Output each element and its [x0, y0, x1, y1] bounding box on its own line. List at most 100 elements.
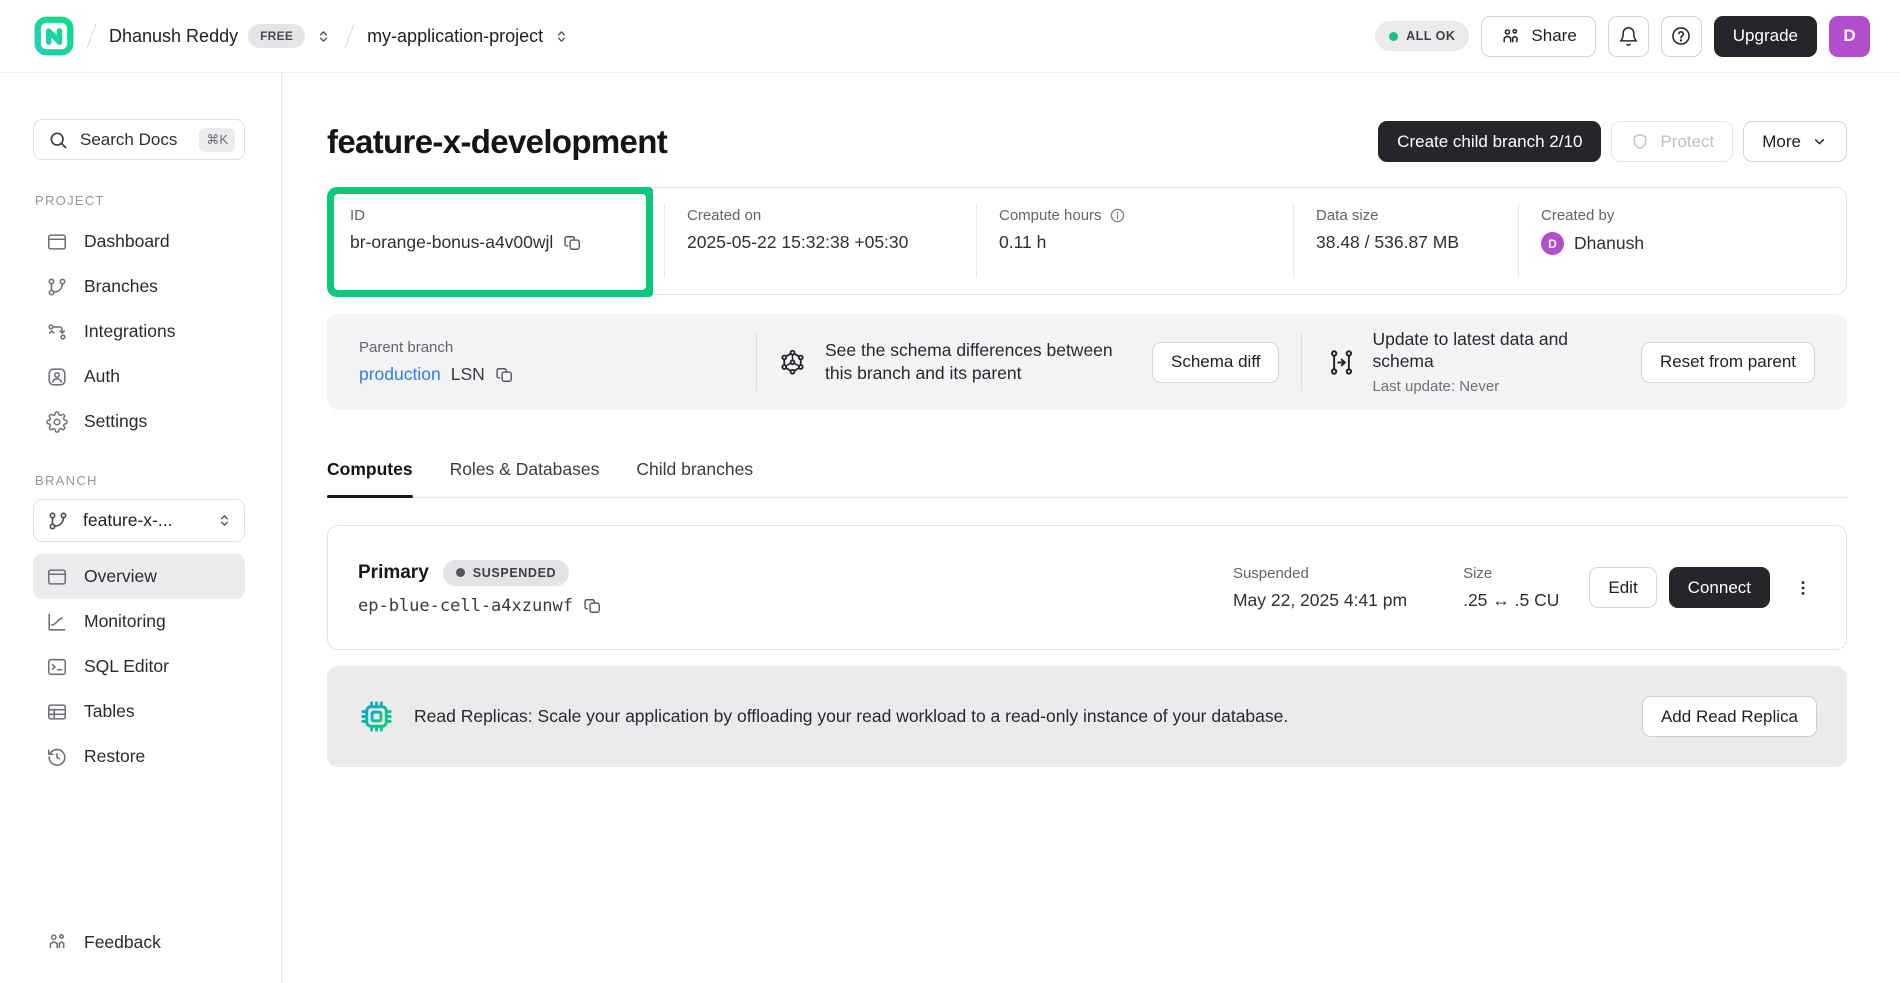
chevron-up-down-icon [216, 512, 233, 529]
id-field-highlight: ID br-orange-bonus-a4v00wjl [327, 187, 653, 297]
kebab-icon [1793, 578, 1813, 598]
status-badge[interactable]: ALL OK [1375, 21, 1469, 51]
sidebar-item-label: Integrations [84, 321, 175, 342]
compute-card: Primary SUSPENDED ep-blue-cell-a4xzunwf … [327, 525, 1847, 650]
sidebar-item-dashboard[interactable]: Dashboard [33, 219, 245, 264]
page-title: feature-x-development [327, 123, 667, 161]
reset-from-parent-button[interactable]: Reset from parent [1641, 342, 1815, 383]
table-icon [46, 701, 68, 723]
sidebar-item-integrations[interactable]: Integrations [33, 309, 245, 354]
created-on-value: 2025-05-22 15:32:38 +05:30 [687, 232, 908, 253]
restore-icon [46, 746, 68, 768]
sidebar-item-label: Branches [84, 276, 158, 297]
integrations-icon [46, 321, 68, 343]
tab-computes[interactable]: Computes [327, 459, 413, 497]
size-field: Size .25 ↔ .5 CU [1463, 565, 1559, 611]
sidebar-item-label: Settings [84, 411, 147, 432]
parent-branch-card: Parent branch production LSN See the sch… [327, 314, 1847, 410]
size-label: Size [1463, 565, 1559, 582]
compute-menu-button[interactable] [1790, 567, 1816, 608]
sidebar-item-branches[interactable]: Branches [33, 264, 245, 309]
sidebar-item-monitoring[interactable]: Monitoring [33, 599, 245, 644]
feedback-button[interactable]: Feedback [33, 931, 245, 953]
info-icon [1109, 207, 1126, 224]
sidebar-item-overview[interactable]: Overview [33, 554, 245, 599]
sidebar-item-label: SQL Editor [84, 656, 169, 677]
created-on-field: Created on 2025-05-22 15:32:38 +05:30 [664, 204, 976, 278]
share-button[interactable]: Share [1481, 16, 1595, 57]
upgrade-button[interactable]: Upgrade [1714, 16, 1817, 57]
sidebar-item-tables[interactable]: Tables [33, 689, 245, 734]
project-name: my-application-project [367, 26, 543, 47]
app-root: Dhanush Reddy FREE my-application-projec… [0, 0, 1900, 983]
search-docs-button[interactable]: Search Docs ⌘K [33, 119, 245, 160]
neon-logo-icon [34, 16, 74, 56]
sidebar-item-settings[interactable]: Settings [33, 399, 245, 444]
copy-icon[interactable] [495, 365, 515, 385]
create-child-branch-button[interactable]: Create child branch 2/10 [1378, 121, 1601, 162]
connect-button[interactable]: Connect [1669, 567, 1770, 608]
branch-icon [46, 276, 68, 298]
last-update-text: Last update: Never [1372, 377, 1607, 397]
sidebar-item-restore[interactable]: Restore [33, 734, 245, 779]
data-size-label: Data size [1316, 207, 1518, 224]
creator-avatar: D [1541, 232, 1564, 255]
update-text: Update to latest data and schema [1372, 328, 1607, 374]
size-value: .25 ↔ .5 CU [1463, 590, 1559, 611]
compute-hours-field: Compute hours 0.11 h [976, 204, 1293, 278]
breadcrumb-project[interactable]: my-application-project [367, 26, 570, 47]
tab-roles-databases[interactable]: Roles & Databases [450, 459, 600, 497]
breadcrumb: Dhanush Reddy FREE my-application-projec… [34, 16, 570, 56]
more-button[interactable]: More [1743, 121, 1847, 162]
account-name: Dhanush Reddy [109, 26, 238, 47]
copy-icon[interactable] [563, 233, 583, 253]
compute-status-label: SUSPENDED [473, 566, 556, 580]
parent-branch-link[interactable]: production [359, 364, 441, 385]
branch-icon [47, 510, 69, 532]
dashboard-icon [46, 231, 68, 253]
plan-badge: FREE [248, 24, 305, 48]
chip-icon [357, 697, 396, 736]
add-read-replica-button[interactable]: Add Read Replica [1642, 696, 1817, 737]
breadcrumb-account[interactable]: Dhanush Reddy FREE [109, 24, 332, 48]
chevron-down-icon [1811, 133, 1828, 150]
people-icon [46, 931, 68, 953]
compute-name: Primary [358, 562, 429, 584]
sidebar-item-auth[interactable]: Auth [33, 354, 245, 399]
edit-button[interactable]: Edit [1589, 567, 1656, 608]
sidebar-item-sql-editor[interactable]: SQL Editor [33, 644, 245, 689]
search-icon [48, 130, 68, 150]
neon-logo[interactable] [34, 16, 74, 56]
breadcrumb-divider [87, 24, 97, 49]
help-icon [1670, 25, 1692, 47]
auth-icon [46, 366, 68, 388]
parent-branch-label: Parent branch [359, 339, 756, 356]
endpoint-id: ep-blue-cell-a4xzunwf [358, 596, 573, 616]
read-replica-banner: Read Replicas: Scale your application by… [327, 666, 1847, 767]
feedback-label: Feedback [84, 932, 161, 953]
id-label: ID [350, 207, 630, 224]
user-avatar[interactable]: D [1829, 16, 1870, 57]
more-label: More [1762, 132, 1801, 152]
overview-icon [46, 566, 68, 588]
lsn-label: LSN [451, 364, 485, 385]
schema-diff-button[interactable]: Schema diff [1152, 342, 1279, 383]
help-button[interactable] [1661, 16, 1702, 57]
share-label: Share [1531, 26, 1576, 46]
tab-child-branches[interactable]: Child branches [636, 459, 753, 497]
sidebar-item-label: Restore [84, 746, 145, 767]
protect-button[interactable]: Protect [1611, 121, 1733, 162]
chevron-up-down-icon [315, 28, 332, 45]
notifications-button[interactable] [1608, 16, 1649, 57]
suspended-field: Suspended May 22, 2025 4:41 pm [1233, 565, 1407, 611]
copy-icon[interactable] [583, 596, 603, 616]
gear-icon [46, 411, 68, 433]
branch-selector-value: feature-x-... [83, 510, 172, 531]
sidebar-item-label: Monitoring [84, 611, 166, 632]
compute-info: Primary SUSPENDED ep-blue-cell-a4xzunwf [358, 560, 603, 616]
branch-section-label: BRANCH [35, 473, 245, 488]
branch-selector[interactable]: feature-x-... [33, 499, 245, 542]
created-by-label: Created by [1541, 207, 1846, 224]
update-branch-icon [1326, 347, 1357, 378]
shield-icon [1630, 132, 1650, 152]
